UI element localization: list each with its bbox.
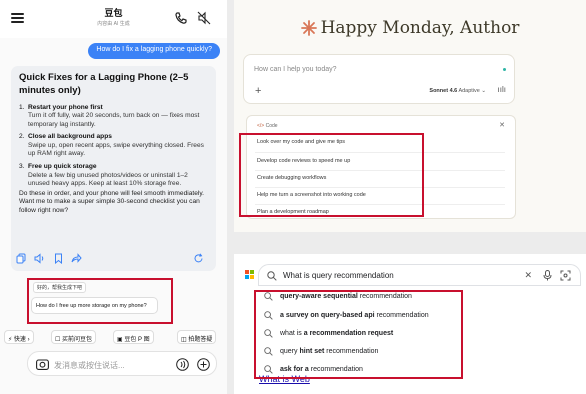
regenerate-icon[interactable] <box>193 253 204 264</box>
greeting: Happy Monday, Author <box>234 18 586 38</box>
model-name: Sonnet 4.6 <box>429 88 458 94</box>
input-placeholder: 发消息或按住说话... <box>54 361 125 370</box>
suggestion-short[interactable]: 好的，帮我生成下吧 <box>33 282 87 293</box>
code-items-highlight <box>239 133 424 217</box>
tip-number: 2. <box>19 133 25 141</box>
brand-name: 豆包 <box>104 8 123 18</box>
suggestions-highlight <box>254 290 463 379</box>
sparkle-logo-icon <box>300 20 317 36</box>
tip-title: Close all background apps <box>28 133 112 141</box>
microphone-icon[interactable] <box>543 270 552 281</box>
model-selector[interactable]: Sonnet 4.6 Adaptive ⌄ <box>429 88 486 94</box>
model-mode: Adaptive <box>458 88 480 94</box>
copy-icon[interactable] <box>16 253 27 264</box>
search-autocomplete-panel: What is query recommendation ✕ query-awa… <box>234 254 586 394</box>
status-dot <box>503 68 506 71</box>
answer-title: Quick Fixes for a Lagging Phone (2–5 min… <box>19 72 189 96</box>
code-label: Code <box>265 123 278 129</box>
visual-search-icon[interactable] <box>560 270 571 281</box>
attach-plus-icon[interactable]: + <box>255 85 261 97</box>
chip-photo-edit[interactable]: ▣ 豆包 P 图 <box>113 330 154 344</box>
claude-home-panel: Happy Monday, Author How can I help you … <box>234 0 586 232</box>
speaker-icon[interactable] <box>34 253 45 264</box>
windows-logo-icon <box>245 270 254 279</box>
greeting-text: Happy Monday, Author <box>320 18 520 38</box>
add-icon[interactable] <box>197 358 210 371</box>
chip-label: 买前问豆包 <box>62 337 93 343</box>
search-query: What is query recommendation <box>283 271 394 280</box>
camera-icon[interactable] <box>36 358 49 370</box>
suggestion-long[interactable]: How do I free up more storage on my phon… <box>31 297 158 314</box>
close-icon[interactable]: ✕ <box>499 121 505 129</box>
tip-item: 3. Free up quick storage Delete a few bi… <box>19 163 208 189</box>
tip-description: Swipe up, open recent apps, swipe everyt… <box>28 141 204 158</box>
message-actions <box>16 253 206 264</box>
tip-title: Restart your phone first <box>28 103 103 111</box>
tip-description: Turn it off fully, wait 20 seconds, turn… <box>28 112 200 128</box>
bookmark-icon[interactable] <box>53 253 64 264</box>
chip-ask-before-buy[interactable]: ☐ 买前问豆包 <box>51 330 97 344</box>
tip-title: Free up quick storage <box>28 163 97 170</box>
voice-icon[interactable] <box>176 358 189 371</box>
tip-number: 1. <box>19 103 25 111</box>
share-icon[interactable] <box>71 253 82 264</box>
tip-item: 1. Restart your phone first Turn it off … <box>19 104 208 130</box>
brand-subtitle: 内容由 AI 生成 <box>97 21 130 27</box>
assistant-answer: Quick Fixes for a Lagging Phone (2–5 min… <box>11 66 216 271</box>
tip-number: 3. <box>19 163 25 170</box>
phone-call-icon[interactable] <box>174 11 188 25</box>
chat-brand: 豆包 内容由 AI 生成 <box>0 6 227 27</box>
search-box[interactable]: What is query recommendation ✕ <box>258 264 581 286</box>
chat-header: 豆包 内容由 AI 生成 <box>0 0 227 38</box>
chat-app-panel: 豆包 内容由 AI 生成 How do I fix a lagging phon… <box>0 0 227 394</box>
prompt-input[interactable]: How can I help you today? + Sonnet 4.6 A… <box>243 54 515 104</box>
mute-speaker-icon[interactable] <box>197 11 211 25</box>
tip-description: Delete a few big unused photos/videos or… <box>28 171 188 188</box>
quick-chips: ⚡ 快速 › ☐ 买前问豆包 ▣ 豆包 P 图 ◫ 拍题答疑 <box>4 330 227 345</box>
message-input[interactable]: 发消息或按住说话... <box>27 351 217 376</box>
chip-quick[interactable]: ⚡ 快速 › <box>4 330 34 344</box>
search-icon <box>267 271 277 281</box>
clear-icon[interactable]: ✕ <box>524 270 532 281</box>
tip-item: 2. Close all background apps Swipe up, o… <box>19 133 208 159</box>
voice-waveform-icon[interactable]: ıılı <box>498 85 506 94</box>
code-icon: </> <box>257 123 265 129</box>
user-message-bubble: How do I fix a lagging phone quickly? <box>88 43 220 59</box>
prompt-placeholder: How can I help you today? <box>254 66 337 73</box>
chip-label: 豆包 P 图 <box>124 337 150 343</box>
chip-label: 快速 <box>13 337 26 343</box>
code-header: </> Code <box>257 123 278 129</box>
answer-outro: Do these in order, and your phone will f… <box>19 189 204 214</box>
chip-photo-question[interactable]: ◫ 拍题答疑 <box>177 330 217 344</box>
chip-label: 拍题答疑 <box>188 337 213 343</box>
